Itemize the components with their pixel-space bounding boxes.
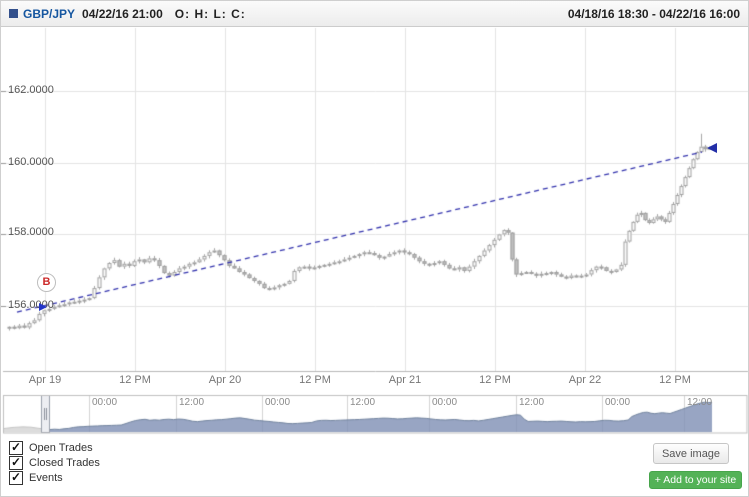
x-axis-tick-12pm-1: 12 PM <box>119 374 151 386</box>
x-axis-tick-12pm-2: 12 PM <box>299 374 331 386</box>
toggle-open-trades[interactable]: ✓ Open Trades <box>9 441 93 455</box>
y-axis-tick-162: 162.0000 <box>8 84 54 96</box>
nav-tick-1: 00:00 <box>92 397 118 408</box>
events-label: Events <box>29 472 63 484</box>
nav-tick-7: 00:00 <box>605 397 631 408</box>
nav-tick-3: 00:00 <box>265 397 291 408</box>
ohlc-readout: O: H: L: C: <box>174 6 246 21</box>
series-legend-icon <box>9 9 18 18</box>
trendline-end-arrow-icon <box>707 143 717 153</box>
chart-header: GBP/JPY 04/22/16 21:00 O: H: L: C: 04/18… <box>1 1 748 27</box>
x-axis-tick-apr19: Apr 19 <box>28 374 62 386</box>
nav-tick-2: 12:00 <box>179 397 205 408</box>
nav-tick-4: 12:00 <box>350 397 376 408</box>
y-axis-tick-160: 160.0000 <box>8 156 54 168</box>
date-range-label: 04/18/16 18:30 - 04/22/16 16:00 <box>567 6 740 21</box>
y-axis-tick-158: 158.0000 <box>8 226 54 238</box>
cursor-timestamp: 04/22/16 21:00 <box>82 6 163 21</box>
x-axis-tick-apr22: Apr 22 <box>568 374 602 386</box>
symbol-label[interactable]: GBP/JPY <box>23 7 75 21</box>
x-axis-tick-apr20: Apr 20 <box>208 374 242 386</box>
nav-tick-8: 12:00 <box>687 397 713 408</box>
add-to-site-button[interactable]: + Add to your site <box>649 471 742 489</box>
x-axis-tick-12pm-3: 12 PM <box>479 374 511 386</box>
toggle-closed-trades[interactable]: ✓ Closed Trades <box>9 456 100 470</box>
closed-trades-label: Closed Trades <box>29 457 100 469</box>
forex-chart-widget: GBP/JPY 04/22/16 21:00 O: H: L: C: 04/18… <box>0 0 749 497</box>
events-checkbox[interactable]: ✓ <box>9 471 23 485</box>
x-axis-tick-apr21: Apr 21 <box>388 374 422 386</box>
trade-entry-arrow-icon <box>39 303 47 311</box>
nav-tick-5: 00:00 <box>432 397 458 408</box>
buy-trade-marker[interactable]: B <box>37 273 56 292</box>
candlestick-chart-canvas[interactable] <box>1 1 748 496</box>
x-axis-tick-12pm-4: 12 PM <box>659 374 691 386</box>
open-trades-label: Open Trades <box>29 442 93 454</box>
closed-trades-checkbox[interactable]: ✓ <box>9 456 23 470</box>
toggle-events[interactable]: ✓ Events <box>9 471 63 485</box>
save-image-button[interactable]: Save image <box>653 443 729 464</box>
open-trades-checkbox[interactable]: ✓ <box>9 441 23 455</box>
nav-tick-6: 12:00 <box>519 397 545 408</box>
